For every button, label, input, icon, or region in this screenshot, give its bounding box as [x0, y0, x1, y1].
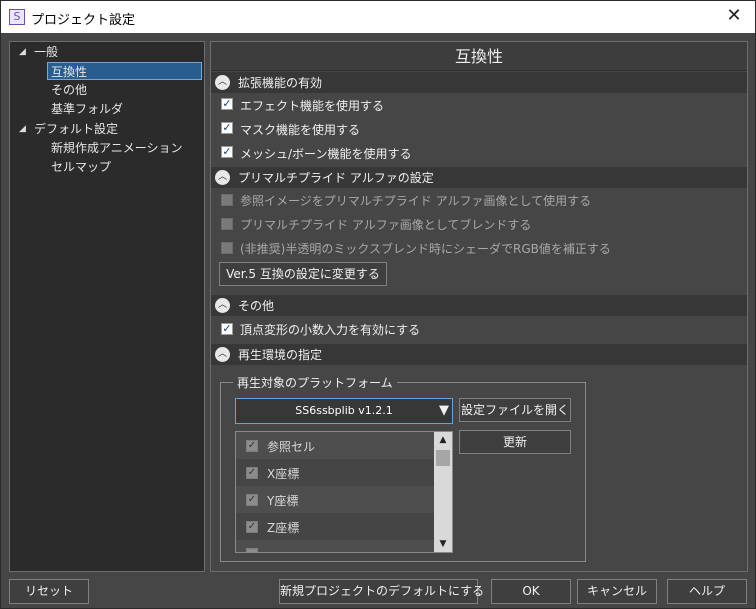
list-item-label: X座標	[267, 467, 300, 481]
mesh-bone-checkbox-label: メッシュ/ボーン機能を使用する	[240, 147, 412, 161]
platform-group-label: 再生対象のプラットフォーム	[233, 374, 397, 391]
list-item-checkbox[interactable]: ✓	[246, 494, 258, 506]
tree-group-default-settings[interactable]: デフォルト設定	[34, 120, 118, 138]
open-settings-file-button[interactable]: 設定ファイルを開く	[459, 398, 571, 422]
platform-select-value: SS6ssbplib v1.2.1	[295, 404, 393, 417]
triangle-down-icon[interactable]: ◢	[19, 47, 26, 57]
blend-premultiplied-checkbox[interactable]	[221, 218, 233, 230]
dropdown-arrow-icon[interactable]: ▼	[439, 399, 449, 423]
list-item-checkbox[interactable]: ✓	[246, 521, 258, 533]
window-title: プロジェクト設定	[31, 13, 136, 28]
chevron-up-icon[interactable]: ︿	[215, 75, 230, 90]
ok-button[interactable]: OK	[491, 579, 571, 604]
chevron-up-icon[interactable]: ︿	[215, 347, 230, 362]
scroll-thumb[interactable]	[436, 450, 450, 466]
ref-image-premultiplied-checkbox[interactable]	[221, 194, 233, 206]
effect-checkbox-label: エフェクト機能を使用する	[240, 99, 385, 113]
section-label: 再生環境の指定	[238, 348, 323, 362]
shader-rgb-correction-checkbox[interactable]	[221, 242, 233, 254]
list-item-label: Y座標	[267, 494, 299, 508]
blend-premultiplied-label: プリマルチプライド アルファ画像としてブレンドする	[240, 218, 532, 232]
scroll-up-icon[interactable]: ▲	[434, 432, 452, 448]
chevron-up-icon[interactable]: ︿	[215, 298, 230, 313]
platform-group: 再生対象のプラットフォーム SS6ssbplib v1.2.1 ▼ 設定ファイル…	[220, 374, 586, 562]
list-item[interactable]: ✓ Z座標	[236, 513, 434, 540]
reset-button[interactable]: リセット	[9, 579, 89, 604]
section-header-extensions[interactable]: ︿ 拡張機能の有効	[211, 72, 747, 93]
mask-checkbox-label: マスク機能を使用する	[240, 123, 361, 137]
vertex-decimal-label: 頂点変形の小数入力を有効にする	[240, 323, 421, 337]
close-icon: ✕	[726, 5, 742, 26]
panel-title: 互換性	[211, 42, 747, 71]
list-scrollbar[interactable]: ▲ ▼	[434, 432, 452, 552]
project-settings-dialog: S プロジェクト設定 ✕ ◢ 一般 互換性 その他 基準フォルダ ◢ デフォルト…	[0, 0, 756, 609]
tree-item-other[interactable]: その他	[51, 81, 87, 99]
tree-item-base-folder[interactable]: 基準フォルダ	[51, 100, 123, 118]
section-header-other[interactable]: ︿ その他	[211, 295, 747, 316]
ver5-compat-button[interactable]: Ver.5 互換の設定に変更する	[219, 262, 387, 286]
effect-checkbox[interactable]: ✓	[221, 98, 233, 110]
triangle-down-icon[interactable]: ◢	[19, 124, 26, 134]
cancel-button[interactable]: キャンセル	[577, 579, 657, 604]
tree-group-general[interactable]: 一般	[34, 43, 58, 61]
help-button[interactable]: ヘルプ	[667, 579, 747, 604]
close-button[interactable]: ✕	[713, 1, 755, 33]
shader-rgb-correction-label: (非推奨)半透明のミックスブレンド時にシェーダでRGB値を補正する	[240, 242, 611, 256]
make-default-button[interactable]: 新規プロジェクトのデフォルトにする	[279, 579, 484, 604]
list-item[interactable]	[236, 540, 434, 552]
list-item-checkbox[interactable]: ✓	[246, 467, 258, 479]
chevron-up-icon[interactable]: ︿	[215, 170, 230, 185]
tree-item-cellmap[interactable]: セルマップ	[51, 158, 111, 176]
tree-item-compatibility[interactable]: 互換性	[47, 62, 202, 80]
section-label: その他	[238, 299, 275, 313]
list-item[interactable]: ✓ 参照セル	[236, 432, 434, 459]
list-item[interactable]: ✓ X座標	[236, 459, 434, 486]
scroll-down-icon[interactable]: ▼	[434, 536, 452, 552]
section-label: プリマルチプライド アルファの設定	[238, 171, 434, 185]
list-item-checkbox[interactable]: ✓	[246, 440, 258, 452]
settings-panel: 互換性 ︿ 拡張機能の有効 ✓ エフェクト機能を使用する ✓ マスク機能を使用す…	[210, 41, 748, 572]
mesh-bone-checkbox[interactable]: ✓	[221, 146, 233, 158]
title-bar: S プロジェクト設定 ✕	[1, 1, 755, 33]
section-header-playback[interactable]: ︿ 再生環境の指定	[211, 344, 747, 365]
category-tree: ◢ 一般 互換性 その他 基準フォルダ ◢ デフォルト設定 新規作成アニメーショ…	[9, 41, 205, 572]
update-button[interactable]: 更新	[459, 430, 571, 454]
attribute-list: ✓ 参照セル ✓ X座標 ✓ Y座標 ✓ Z座標 ▲ ▼	[235, 431, 453, 553]
list-item-label: Z座標	[267, 521, 300, 535]
vertex-decimal-checkbox[interactable]: ✓	[221, 323, 233, 335]
tree-item-new-animation[interactable]: 新規作成アニメーション	[51, 139, 183, 157]
list-item[interactable]: ✓ Y座標	[236, 486, 434, 513]
list-item-label: 参照セル	[267, 440, 316, 454]
list-item-checkbox[interactable]	[246, 548, 258, 552]
app-icon: S	[9, 9, 25, 25]
section-label: 拡張機能の有効	[238, 76, 323, 90]
mask-checkbox[interactable]: ✓	[221, 122, 233, 134]
ref-image-premultiplied-label: 参照イメージをプリマルチプライド アルファ画像として使用する	[240, 194, 592, 208]
section-header-premultiplied[interactable]: ︿ プリマルチプライド アルファの設定	[211, 167, 747, 188]
platform-select[interactable]: SS6ssbplib v1.2.1 ▼	[235, 398, 453, 424]
